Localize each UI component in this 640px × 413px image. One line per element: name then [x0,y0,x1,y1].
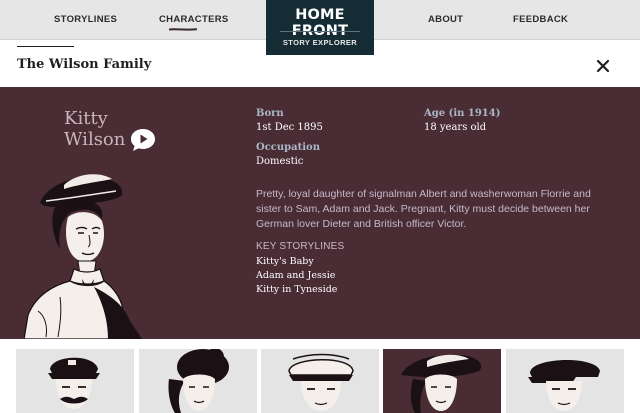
home-front-logo[interactable]: HOME FRONT STORY EXPLORER [266,0,374,55]
woman-updo-portrait [168,349,229,413]
play-speech-bubble-icon[interactable] [130,128,156,152]
character-thumbnail[interactable] [261,349,379,413]
character-thumbnail[interactable] [16,349,134,413]
logo-subtitle: STORY EXPLORER [282,38,358,47]
logo-title: HOME FRONT [291,7,349,39]
close-icon[interactable] [594,57,612,75]
storyline-link[interactable]: Kitty's Baby [256,256,314,267]
character-thumbnail-active[interactable] [383,349,501,413]
character-biography: Pretty, loyal daughter of signalman Albe… [256,188,591,230]
born-label: Born [256,108,284,119]
occupation-label: Occupation [256,142,320,153]
age-value: 18 years old [424,122,487,133]
age-label: Age (in 1914) [424,108,501,119]
occupation-value: Domestic [256,156,304,167]
nav-about[interactable]: ABOUT [428,14,463,25]
nav-characters-label: CHARACTERS [159,14,229,25]
character-thumbnail-strip [0,339,640,413]
character-profile-panel: Kitty Wilson Born 1st Dec 1895 Age (in 1… [0,87,640,339]
active-nav-underline [169,28,197,31]
storyline-link[interactable]: Kitty in Tyneside [256,284,337,295]
kitty-hat-portrait [401,354,482,413]
man-peaked-cap-portrait [48,357,100,409]
storyline-link[interactable]: Adam and Jessie [256,270,335,281]
young-man-cap-portrait [288,353,354,411]
character-thumbnail[interactable] [139,349,257,413]
character-name: Kitty Wilson [64,108,126,150]
boy-cap-portrait [528,359,600,411]
family-title-rule [17,46,74,47]
kitty-wilson-portrait [24,174,142,339]
key-storylines-heading: KEY STORYLINES [256,241,345,252]
nav-characters[interactable]: CHARACTERS [159,14,229,31]
logo-divider [280,31,360,32]
nav-storylines[interactable]: STORYLINES [54,14,117,25]
nav-feedback[interactable]: FEEDBACK [513,14,568,25]
born-value: 1st Dec 1895 [256,122,323,133]
family-title: The Wilson Family [17,57,152,72]
character-thumbnail[interactable] [506,349,624,413]
